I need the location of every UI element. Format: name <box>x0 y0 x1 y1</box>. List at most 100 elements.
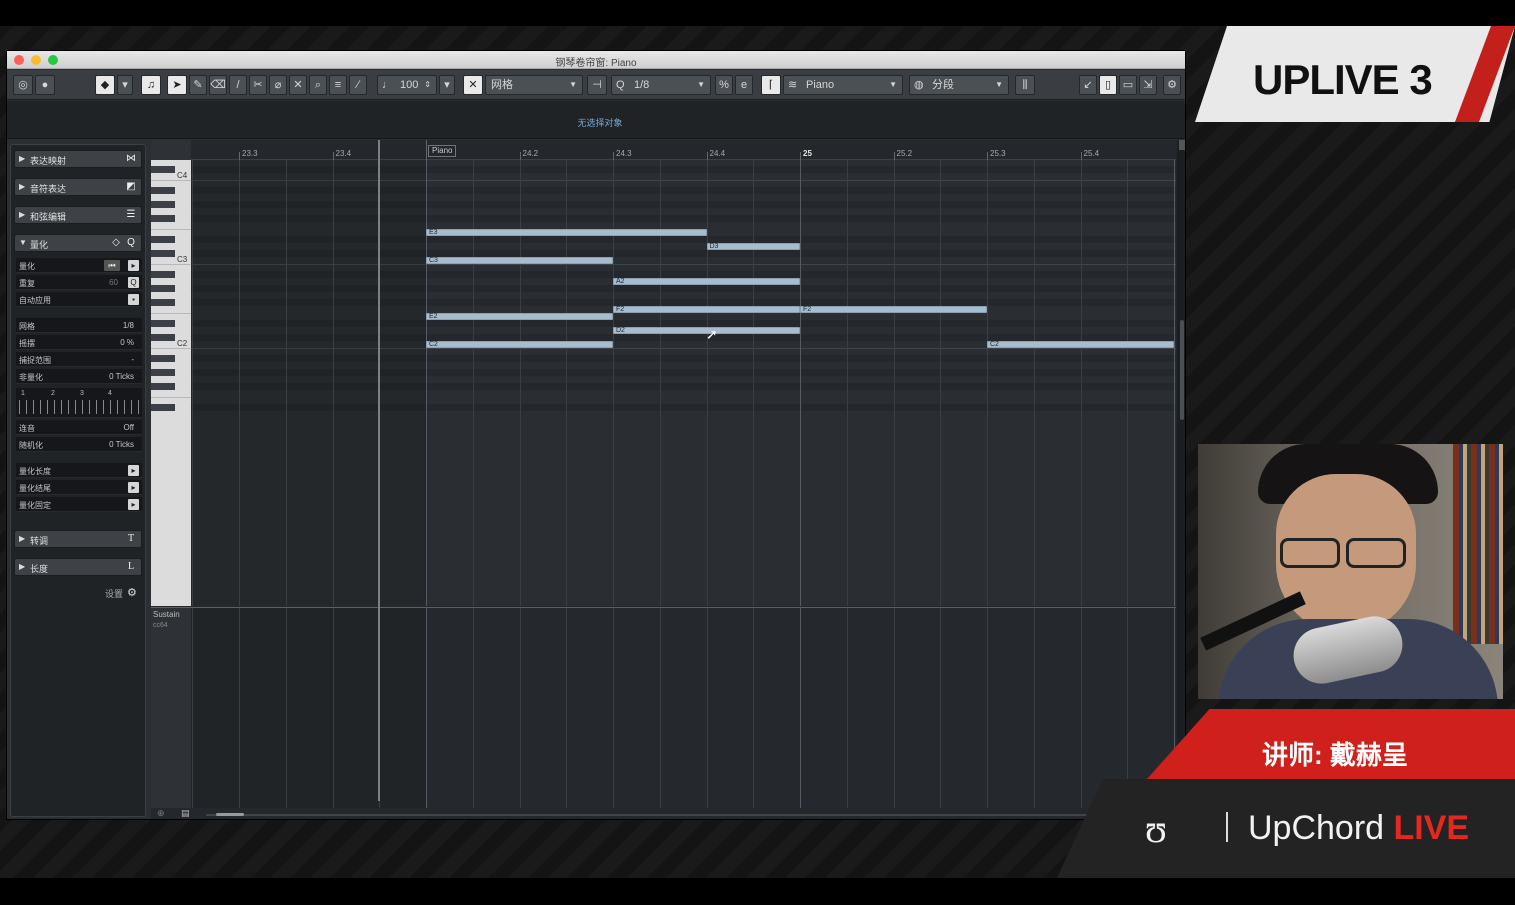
snap-toggle-icon[interactable]: ✕ <box>463 75 483 95</box>
gear-icon[interactable]: ⚙ <box>1163 75 1181 95</box>
export-icon[interactable]: ⇲ <box>1139 75 1157 95</box>
repeat-row[interactable]: 重复 60 Q <box>16 275 142 290</box>
collapse-icon[interactable]: ↙ <box>1079 75 1097 95</box>
chevron-down-icon: ▼ <box>889 80 897 89</box>
transport-button[interactable]: ◆ <box>95 75 115 95</box>
midi-note[interactable]: E2 <box>426 313 613 320</box>
snap-to-zero-icon[interactable]: ⊣ <box>587 75 607 95</box>
scroll-thumb[interactable] <box>1180 320 1184 420</box>
brand-divider <box>1226 812 1228 842</box>
note-grid[interactable]: E3 D3 C3 A2 F2 F2 E2 D2 C2 C2 ➚ <box>191 160 1176 606</box>
add-lane-icon[interactable]: ⊕ <box>157 808 165 819</box>
midi-note[interactable]: C3 <box>426 257 613 264</box>
inspector-toggle-icon[interactable]: ▯ <box>1099 75 1117 95</box>
select-tool-icon[interactable]: ➤ <box>167 75 187 95</box>
audition-icon[interactable]: ♫ <box>141 75 161 95</box>
play-icon[interactable]: ▸ <box>128 260 139 271</box>
section-note-expression[interactable]: ▶ 音符表达 ◩ <box>14 178 142 196</box>
midi-note[interactable]: E3 <box>426 229 707 236</box>
section-quantize[interactable]: ▼ 量化 ◇ Q <box>14 234 142 252</box>
swing-grid-display[interactable]: 1 2 3 4 <box>16 388 142 418</box>
randomize-row[interactable]: 随机化 0 Ticks <box>16 437 142 452</box>
lane-preset-icon[interactable]: ▤ <box>181 808 190 819</box>
horizontal-scroll-thumb[interactable] <box>216 813 244 816</box>
grid-line <box>613 160 614 606</box>
glue-tool-icon[interactable]: ⌀ <box>269 75 287 95</box>
section-length[interactable]: ▶ 长度 L <box>14 558 142 576</box>
white-key-divider <box>151 348 191 349</box>
display-mode-select[interactable]: ◍ 分段 ▼ <box>909 75 1009 95</box>
lower-zone-icon[interactable]: ▭ <box>1119 75 1137 95</box>
trim-tool-icon[interactable]: / <box>229 75 247 95</box>
draw-tool-icon[interactable]: ✎ <box>189 75 207 95</box>
midi-note[interactable]: D3 <box>706 243 800 250</box>
midi-note[interactable]: C2 <box>426 341 613 348</box>
line-tool-icon[interactable]: ≡ <box>329 75 347 95</box>
velocity-field[interactable]: ♩ 100 ⇕ <box>377 75 437 95</box>
quantize-lengths-row[interactable]: 量化长度 ▸ <box>16 463 142 478</box>
catch-range-row[interactable]: 捕捉范围 - <box>16 352 142 367</box>
zoom-tool-icon[interactable]: ⌕ <box>309 75 327 95</box>
section-expression-map[interactable]: ▶ 表达映射 ⋈ <box>14 150 142 168</box>
play-icon[interactable]: ▸ <box>128 499 139 510</box>
quantize-ends-row[interactable]: 量化结尾 ▸ <box>16 480 142 495</box>
play-icon[interactable]: ▸ <box>128 465 139 476</box>
horizontal-scrollbar[interactable] <box>206 814 1096 816</box>
solo-editor-button[interactable]: ◎ <box>13 75 33 95</box>
freeze-quantize-row[interactable]: 量化固定 ▸ <box>16 497 142 512</box>
playback-cursor[interactable] <box>378 140 380 801</box>
note-label: F2 <box>803 306 812 313</box>
non-quantize-row[interactable]: 非量化 0 Ticks <box>16 369 142 384</box>
webcam-feed <box>1198 444 1503 699</box>
vertical-scrollbar[interactable] <box>1177 140 1185 801</box>
toggle-icon[interactable]: ▪ <box>128 294 139 305</box>
brand-text: UpChord LIVE <box>1248 809 1469 848</box>
midi-note[interactable]: F2 <box>800 306 987 313</box>
erase-tool-icon[interactable]: ⌫ <box>209 75 227 95</box>
transport-dropdown[interactable]: ▾ <box>117 75 133 95</box>
drumstick-tool-icon[interactable]: ∕ <box>349 75 367 95</box>
black-key <box>151 187 175 194</box>
black-key <box>151 404 175 411</box>
velocity-dropdown[interactable]: ▾ <box>439 75 455 95</box>
split-tool-icon[interactable]: ✂ <box>249 75 267 95</box>
grid-row[interactable]: 网格 1/8 <box>16 318 142 333</box>
time-ruler[interactable]: 23.3 23.4 24.2 24.3 24.4 25 25.2 25.3 25.4 Piano <box>191 140 1176 160</box>
mouse-pointer-icon: ➚ <box>706 326 718 342</box>
piano-roll-window: 钢琴卷帘窗: Piano ◎ ● ◆ ▾ ♫ ➤ ✎ ⌫ / ✂ ⌀ ✕ ⌕ ≡… <box>6 50 1186 820</box>
rewind-icon[interactable]: ⏮ <box>104 260 120 271</box>
show-part-borders-icon[interactable]: ⌈ <box>761 75 781 95</box>
grid-line <box>1127 160 1129 606</box>
ruler-label: 25.2 <box>896 149 913 158</box>
grid-line <box>987 608 988 808</box>
midi-note[interactable]: F2 <box>613 306 800 313</box>
play-icon[interactable]: ▸ <box>128 482 139 493</box>
section-chord-editing[interactable]: ▶ 和弦编辑 ☰ <box>14 206 142 224</box>
auto-apply-row[interactable]: 自动应用 ▪ <box>16 292 142 307</box>
controller-lane[interactable]: Sustain cc64 <box>151 607 1176 808</box>
iterative-quantize-icon[interactable]: e <box>735 75 753 95</box>
piano-keyboard[interactable]: C4 C3 C2 <box>151 160 191 606</box>
gear-icon[interactable]: ⚙ <box>127 586 137 599</box>
swing-row[interactable]: 摇摆 0 % <box>16 335 142 350</box>
quantize-q-icon[interactable]: Q <box>128 277 139 288</box>
quantize-row[interactable]: 量化 ⏮ ▸ <box>16 258 142 273</box>
ruler-tick <box>893 152 895 160</box>
section-transpose[interactable]: ▶ 转调 T <box>14 530 142 548</box>
snap-mode-select[interactable]: 网格 ▼ <box>485 75 583 95</box>
midi-note[interactable]: C2 <box>987 341 1174 348</box>
scroll-up-icon[interactable] <box>1179 140 1185 150</box>
quantize-length-icon[interactable]: % <box>715 75 733 95</box>
midi-note[interactable]: A2 <box>613 278 800 285</box>
record-button[interactable]: ● <box>35 75 55 95</box>
track-select[interactable]: ≋ Piano ▼ <box>783 75 903 95</box>
upchord-logo-icon: ʊ <box>1145 806 1167 851</box>
ruler-label: 24.3 <box>616 149 632 158</box>
keyboard-icon[interactable]: ⫼ <box>1015 75 1035 95</box>
controller-name[interactable]: Sustain <box>153 610 180 619</box>
event-title: UPLIVE 3 <box>1253 56 1433 103</box>
mute-tool-icon[interactable]: ✕ <box>289 75 307 95</box>
tuplet-row[interactable]: 连音 Off <box>16 420 142 435</box>
toolbar: ◎ ● ◆ ▾ ♫ ➤ ✎ ⌫ / ✂ ⌀ ✕ ⌕ ≡ ∕ ♩ 100 ⇕ ▾ … <box>7 70 1185 100</box>
quantize-select[interactable]: Q 1/8 ▼ <box>611 75 711 95</box>
